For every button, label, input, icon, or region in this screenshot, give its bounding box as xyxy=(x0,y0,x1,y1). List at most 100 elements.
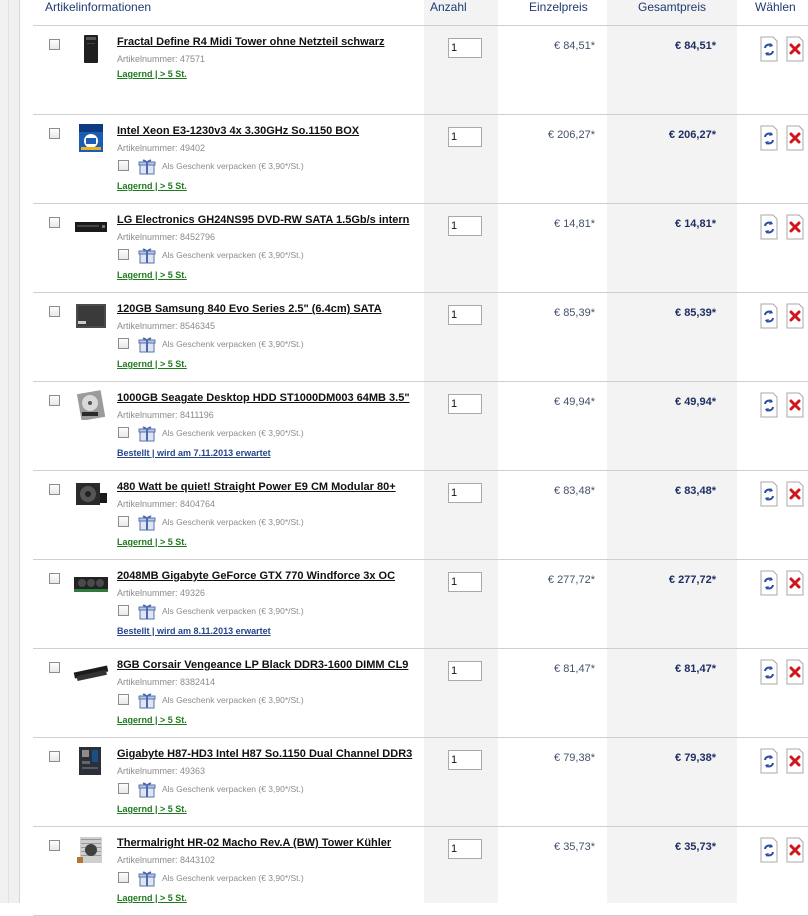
gift-wrap-checkbox[interactable] xyxy=(118,338,129,349)
unit-price: € 84,51* xyxy=(554,40,595,52)
availability-status-link[interactable]: Bestellt | wird am 7.11.2013 erwartet xyxy=(117,448,271,458)
gift-wrap-checkbox[interactable] xyxy=(118,516,129,527)
gift-wrap-checkbox[interactable] xyxy=(118,872,129,883)
gift-wrap-option: Als Geschenk verpacken (€ 3,90*/St.) xyxy=(117,336,377,354)
quantity-input[interactable]: 1 xyxy=(448,661,482,681)
psu-icon[interactable] xyxy=(73,479,109,509)
unit-price: € 35,73* xyxy=(554,841,595,853)
row-select-checkbox[interactable] xyxy=(49,662,60,673)
motherboard-icon[interactable] xyxy=(73,746,109,776)
product-title-link[interactable]: Thermalright HR-02 Macho Rev.A (BW) Towe… xyxy=(117,837,391,849)
product-title-link[interactable]: Fractal Define R4 Midi Tower ohne Netzte… xyxy=(117,36,385,48)
row-select-checkbox[interactable] xyxy=(49,573,60,584)
refresh-icon[interactable] xyxy=(759,36,779,62)
delete-icon[interactable] xyxy=(785,837,805,863)
availability-status-link[interactable]: Lagernd | > 5 St. xyxy=(117,69,187,79)
row-select-checkbox[interactable] xyxy=(49,484,60,495)
row-select-checkbox[interactable] xyxy=(49,128,60,139)
gift-wrap-checkbox[interactable] xyxy=(118,160,129,171)
refresh-icon[interactable] xyxy=(759,659,779,685)
cooler-icon[interactable] xyxy=(73,835,109,865)
delete-icon[interactable] xyxy=(785,303,805,329)
gift-box-icon xyxy=(138,336,156,354)
gift-box-icon xyxy=(138,247,156,265)
article-number: Artikelnummer: 49326 xyxy=(117,588,206,598)
availability-status-link[interactable]: Bestellt | wird am 8.11.2013 erwartet xyxy=(117,626,271,636)
refresh-icon[interactable] xyxy=(759,392,779,418)
hdd-icon[interactable] xyxy=(73,390,109,421)
gift-wrap-checkbox[interactable] xyxy=(118,605,129,616)
cart-row: LG Electronics GH24NS95 DVD-RW SATA 1.5G… xyxy=(33,204,808,293)
gift-wrap-option: Als Geschenk verpacken (€ 3,90*/St.) xyxy=(117,692,377,710)
cart-rows: Fractal Define R4 Midi Tower ohne Netzte… xyxy=(33,26,808,916)
delete-icon[interactable] xyxy=(785,659,805,685)
availability-status-link[interactable]: Lagernd | > 5 St. xyxy=(117,893,187,903)
article-number: Artikelnummer: 8443102 xyxy=(117,855,216,865)
refresh-icon[interactable] xyxy=(759,303,779,329)
availability-status-link[interactable]: Lagernd | > 5 St. xyxy=(117,270,187,280)
quantity-input[interactable]: 1 xyxy=(448,305,482,325)
product-title-link[interactable]: Gigabyte H87-HD3 Intel H87 So.1150 Dual … xyxy=(117,748,412,760)
gift-wrap-label: Als Geschenk verpacken (€ 3,90*/St.) xyxy=(162,784,304,794)
quantity-input[interactable]: 1 xyxy=(448,216,482,236)
availability-status-link[interactable]: Lagernd | > 5 St. xyxy=(117,181,187,191)
availability-status-link[interactable]: Lagernd | > 5 St. xyxy=(117,359,187,369)
quantity-input[interactable]: 1 xyxy=(448,483,482,503)
availability-status-link[interactable]: Lagernd | > 5 St. xyxy=(117,804,187,814)
delete-icon[interactable] xyxy=(785,570,805,596)
refresh-icon[interactable] xyxy=(759,748,779,774)
quantity-input[interactable]: 1 xyxy=(448,38,482,58)
refresh-icon[interactable] xyxy=(759,837,779,863)
availability-status-link[interactable]: Lagernd | > 5 St. xyxy=(117,537,187,547)
dvd-drive-icon[interactable] xyxy=(73,212,109,242)
delete-icon[interactable] xyxy=(785,481,805,507)
product-title-link[interactable]: LG Electronics GH24NS95 DVD-RW SATA 1.5G… xyxy=(117,214,409,226)
delete-icon[interactable] xyxy=(785,392,805,418)
total-price: € 14,81* xyxy=(675,218,716,230)
case-icon[interactable] xyxy=(73,34,109,64)
row-select-checkbox[interactable] xyxy=(49,395,60,406)
quantity-input[interactable]: 1 xyxy=(448,839,482,859)
gift-wrap-label: Als Geschenk verpacken (€ 3,90*/St.) xyxy=(162,428,304,438)
gift-wrap-checkbox[interactable] xyxy=(118,249,129,260)
quantity-input[interactable]: 1 xyxy=(448,572,482,592)
ssd-icon[interactable] xyxy=(73,301,109,331)
total-price: € 206,27* xyxy=(668,129,716,141)
delete-icon[interactable] xyxy=(785,36,805,62)
article-number: Artikelnummer: 49402 xyxy=(117,143,206,153)
gift-wrap-checkbox[interactable] xyxy=(118,427,129,438)
gift-wrap-option: Als Geschenk verpacken (€ 3,90*/St.) xyxy=(117,425,377,443)
quantity-input[interactable]: 1 xyxy=(448,127,482,147)
gift-wrap-label: Als Geschenk verpacken (€ 3,90*/St.) xyxy=(162,250,304,260)
refresh-icon[interactable] xyxy=(759,125,779,151)
row-select-checkbox[interactable] xyxy=(49,306,60,317)
table-header: Artikelinformationen Anzahl Einzelpreis … xyxy=(33,0,808,26)
product-title-link[interactable]: 2048MB Gigabyte GeForce GTX 770 Windforc… xyxy=(117,570,395,582)
product-title-link[interactable]: 120GB Samsung 840 Evo Series 2.5" (6.4cm… xyxy=(117,303,382,315)
row-select-checkbox[interactable] xyxy=(49,751,60,762)
article-number: Artikelnummer: 47571 xyxy=(117,54,206,64)
delete-icon[interactable] xyxy=(785,748,805,774)
row-select-checkbox[interactable] xyxy=(49,39,60,50)
product-title-link[interactable]: 480 Watt be quiet! Straight Power E9 CM … xyxy=(117,481,396,493)
gpu-icon[interactable] xyxy=(73,568,109,598)
cpu-box-icon[interactable] xyxy=(73,123,109,153)
gift-wrap-checkbox[interactable] xyxy=(118,694,129,705)
gift-wrap-option: Als Geschenk verpacken (€ 3,90*/St.) xyxy=(117,781,377,799)
product-title-link[interactable]: 1000GB Seagate Desktop HDD ST1000DM003 6… xyxy=(117,392,410,404)
product-title-link[interactable]: Intel Xeon E3-1230v3 4x 3.30GHz So.1150 … xyxy=(117,125,359,137)
refresh-icon[interactable] xyxy=(759,214,779,240)
refresh-icon[interactable] xyxy=(759,570,779,596)
row-select-checkbox[interactable] xyxy=(49,217,60,228)
gift-wrap-checkbox[interactable] xyxy=(118,783,129,794)
product-title-link[interactable]: 8GB Corsair Vengeance LP Black DDR3-1600… xyxy=(117,659,408,671)
quantity-input[interactable]: 1 xyxy=(448,394,482,414)
header-article-info: Artikelinformationen xyxy=(45,0,152,14)
availability-status-link[interactable]: Lagernd | > 5 St. xyxy=(117,715,187,725)
ram-icon[interactable] xyxy=(73,657,109,687)
delete-icon[interactable] xyxy=(785,125,805,151)
refresh-icon[interactable] xyxy=(759,481,779,507)
delete-icon[interactable] xyxy=(785,214,805,240)
row-select-checkbox[interactable] xyxy=(49,840,60,851)
quantity-input[interactable]: 1 xyxy=(448,750,482,770)
